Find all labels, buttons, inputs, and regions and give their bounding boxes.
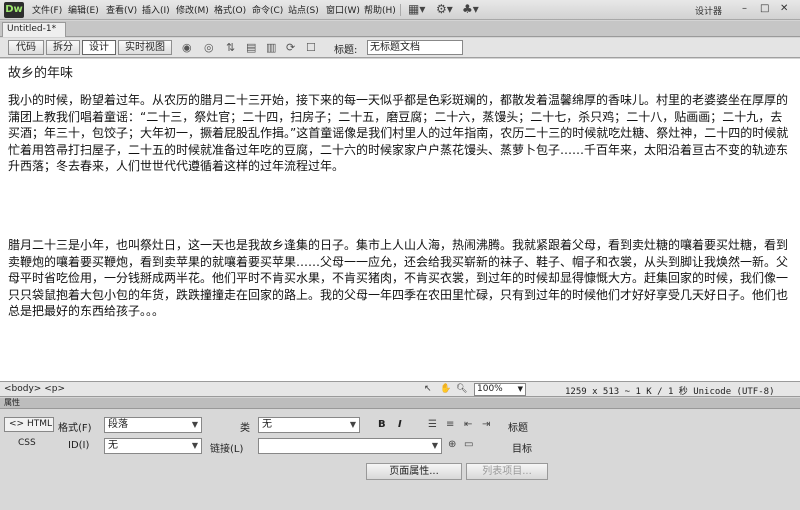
zoom-tool-icon[interactable]: 🔍︎ [456, 384, 467, 394]
menu-edit[interactable]: 编辑(E) [68, 3, 99, 16]
menu-site[interactable]: 站点(S) [288, 3, 319, 16]
id-value: 无 [108, 440, 118, 451]
indent-icon[interactable]: ⇥ [482, 419, 490, 430]
link-input[interactable]: ▼ [258, 438, 442, 454]
class-select[interactable]: 无 ▼ [258, 417, 360, 433]
split-view-button[interactable]: 拆分 [46, 40, 80, 55]
document-toolbar: 代码 拆分 设计 实时视图 ◉ ◎ ⇅ ▤ ▥ ⟳ ☐ 标题: 无标题文档 [0, 38, 800, 58]
menu-help[interactable]: 帮助(H) [364, 3, 396, 16]
menu-file[interactable]: 文件(F) [32, 3, 62, 16]
dreamweaver-logo: Dw [4, 2, 24, 18]
document-tab-bar: Untitled-1* [0, 21, 800, 37]
menu-view[interactable]: 查看(V) [106, 3, 137, 16]
bold-button[interactable]: B [378, 419, 386, 430]
chevron-down-icon: ▼ [191, 441, 198, 450]
unordered-list-icon[interactable]: ☰ [428, 419, 437, 430]
layout-grid-icon[interactable]: ▦▾ [408, 2, 425, 16]
id-label: ID(I) [68, 440, 90, 451]
gear-icon[interactable]: ⚙▾ [436, 2, 453, 16]
list-item-button[interactable]: 列表项目... [466, 463, 548, 480]
chevron-down-icon: ▼ [349, 420, 356, 429]
validate-icon[interactable]: ☐ [306, 41, 316, 54]
tag-selector[interactable]: <body> <p> [4, 384, 65, 394]
file-management-icon[interactable]: ⇅ [226, 41, 235, 54]
html-mode-button[interactable]: <> HTML [4, 417, 54, 432]
browser-check-icon[interactable]: ▤ [246, 41, 256, 54]
chevron-down-icon: ▼ [431, 441, 438, 450]
menu-separator [400, 4, 401, 16]
design-view-button[interactable]: 设计 [82, 40, 116, 55]
hand-tool-icon[interactable]: ✋ [440, 384, 451, 394]
format-label: 格式(F) [58, 423, 92, 434]
ordered-list-icon[interactable]: ≡ [446, 419, 454, 430]
chevron-down-icon: ▼ [191, 420, 198, 429]
menu-modify[interactable]: 修改(M) [176, 3, 209, 16]
zoom-select[interactable]: 100% ▼ [474, 383, 526, 396]
menu-format[interactable]: 格式(O) [214, 3, 246, 16]
minimize-icon[interactable]: – [742, 3, 747, 14]
paragraph-1: 我小的时候，盼望着过年。从农历的腊月二十三开始，接下来的每一天似乎都是色彩斑斓的… [8, 93, 789, 173]
visual-aids-icon[interactable]: ▥ [266, 41, 276, 54]
page-title-input[interactable]: 无标题文档 [367, 40, 463, 55]
paragraph-2: 腊月二十三是小年，也叫祭灶日，这一天也是我故乡逢集的日子。集市上人山人海，热闹沸… [8, 238, 789, 318]
chevron-down-icon: ▼ [517, 385, 523, 393]
format-value: 段落 [108, 419, 128, 430]
point-to-file-icon[interactable]: ⊕ [448, 439, 456, 450]
italic-button[interactable]: I [398, 419, 402, 430]
close-icon[interactable]: ✕ [780, 3, 788, 14]
properties-panel: <> HTML CSS 格式(F) 段落 ▼ 类 无 ▼ B I ☰ ≡ ⇤ ⇥… [0, 409, 800, 510]
code-view-button[interactable]: 代码 [8, 40, 44, 55]
page-properties-button[interactable]: 页面属性... [366, 463, 462, 480]
refresh-icon[interactable]: ⟳ [286, 41, 295, 54]
id-select[interactable]: 无 ▼ [104, 438, 202, 454]
format-select[interactable]: 段落 ▼ [104, 417, 202, 433]
live-view-button[interactable]: 实时视图 [118, 40, 172, 55]
class-value: 无 [262, 419, 272, 430]
pointer-tool-icon[interactable]: ↖ [424, 384, 432, 394]
document-info: 1259 x 513 ~ 1 K / 1 秒 Unicode (UTF-8) [565, 387, 775, 397]
target-label: 目标 [512, 444, 532, 455]
status-bar: <body> <p> ↖ ✋ 🔍︎ 100% ▼ 1259 x 513 ~ 1 … [0, 381, 800, 397]
outdent-icon[interactable]: ⇤ [464, 419, 472, 430]
menu-commands[interactable]: 命令(C) [252, 3, 283, 16]
properties-header: 属性 [0, 398, 800, 409]
title-label: 标题 [508, 423, 528, 434]
maximize-icon[interactable]: □ [760, 3, 769, 14]
design-view[interactable]: 故乡的年味 我小的时候，盼望着过年。从农历的腊月二十三开始，接下来的每一天似乎都… [0, 59, 800, 381]
menu-insert[interactable]: 插入(I) [142, 3, 170, 16]
zoom-value: 100% [477, 384, 503, 394]
document-heading: 故乡的年味 [8, 66, 74, 81]
css-mode-button[interactable]: CSS [4, 437, 54, 452]
workspace-switcher[interactable]: 设计器 [695, 4, 722, 17]
folder-icon[interactable]: ▭ [464, 439, 473, 450]
class-label: 类 [240, 423, 250, 434]
document-tab[interactable]: Untitled-1* [2, 22, 66, 37]
menu-window[interactable]: 窗口(W) [326, 3, 360, 16]
page-title-label: 标题: [334, 45, 358, 56]
preview-icon[interactable]: ◎ [204, 41, 214, 54]
link-label: 链接(L) [210, 444, 244, 455]
site-icon[interactable]: ♣▾ [462, 2, 479, 16]
inspect-icon[interactable]: ◉ [182, 41, 192, 54]
menu-bar: Dw 文件(F) 编辑(E) 查看(V) 插入(I) 修改(M) 格式(O) 命… [0, 0, 800, 20]
